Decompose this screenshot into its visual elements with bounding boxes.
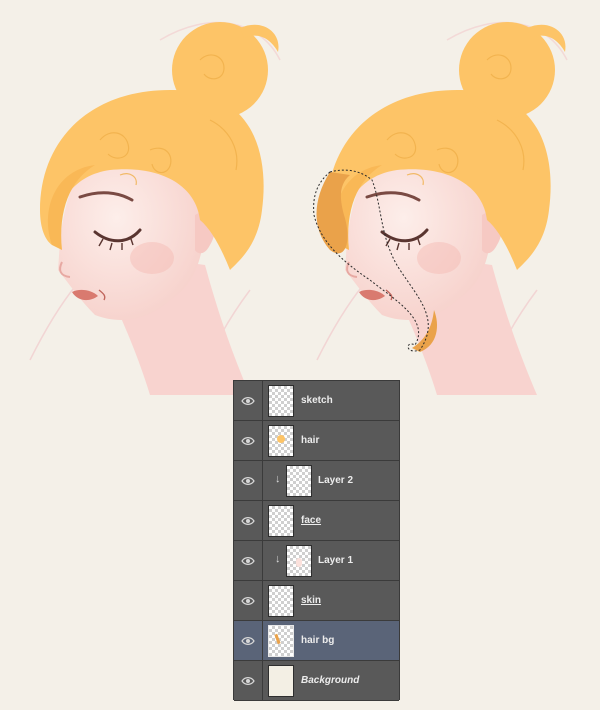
- layer-name: hair: [301, 435, 320, 446]
- layer-thumbnail: [268, 385, 294, 417]
- layer-row[interactable]: Background: [234, 661, 399, 701]
- layer-name: skin: [301, 595, 322, 606]
- layer-name: Layer 1: [318, 555, 354, 566]
- eye-icon[interactable]: [234, 501, 263, 540]
- eye-icon[interactable]: [234, 381, 263, 420]
- illustration-right: [313, 20, 569, 395]
- eye-icon[interactable]: [234, 581, 263, 620]
- layer-row[interactable]: face: [234, 501, 399, 541]
- layer-row[interactable]: hair: [234, 421, 399, 461]
- layer-name: face: [301, 515, 322, 526]
- layer-name: Background: [301, 675, 360, 686]
- layer-thumbnail: [268, 665, 294, 697]
- layer-thumbnail: [286, 465, 312, 497]
- layer-thumbnail: [286, 545, 312, 577]
- layer-name: Layer 2: [318, 475, 354, 486]
- layer-row[interactable]: ↓ Layer 1: [234, 541, 399, 581]
- layers-panel: sketch hair ↓ Layer 2 face ↓ Layer 1 skin hair b…: [233, 380, 400, 701]
- layer-row[interactable]: sketch: [234, 381, 399, 421]
- layer-thumbnail: [268, 425, 294, 457]
- layer-row[interactable]: hair bg: [234, 621, 399, 661]
- eye-icon[interactable]: [234, 461, 263, 500]
- eye-icon[interactable]: [234, 621, 263, 660]
- layer-row[interactable]: ↓ Layer 2: [234, 461, 399, 501]
- eye-icon[interactable]: [234, 541, 263, 580]
- layer-row[interactable]: skin: [234, 581, 399, 621]
- layer-name: sketch: [301, 395, 333, 406]
- artwork-canvas: [28, 20, 569, 395]
- layer-thumbnail: [268, 585, 294, 617]
- layer-name: hair bg: [301, 635, 335, 646]
- illustration-left: [28, 20, 282, 395]
- clipping-mask-icon: ↓: [275, 473, 281, 485]
- layer-thumbnail: [268, 625, 294, 657]
- clipping-mask-icon: ↓: [275, 553, 281, 565]
- layer-thumbnail: [268, 505, 294, 537]
- eye-icon[interactable]: [234, 661, 263, 700]
- eye-icon[interactable]: [234, 421, 263, 460]
